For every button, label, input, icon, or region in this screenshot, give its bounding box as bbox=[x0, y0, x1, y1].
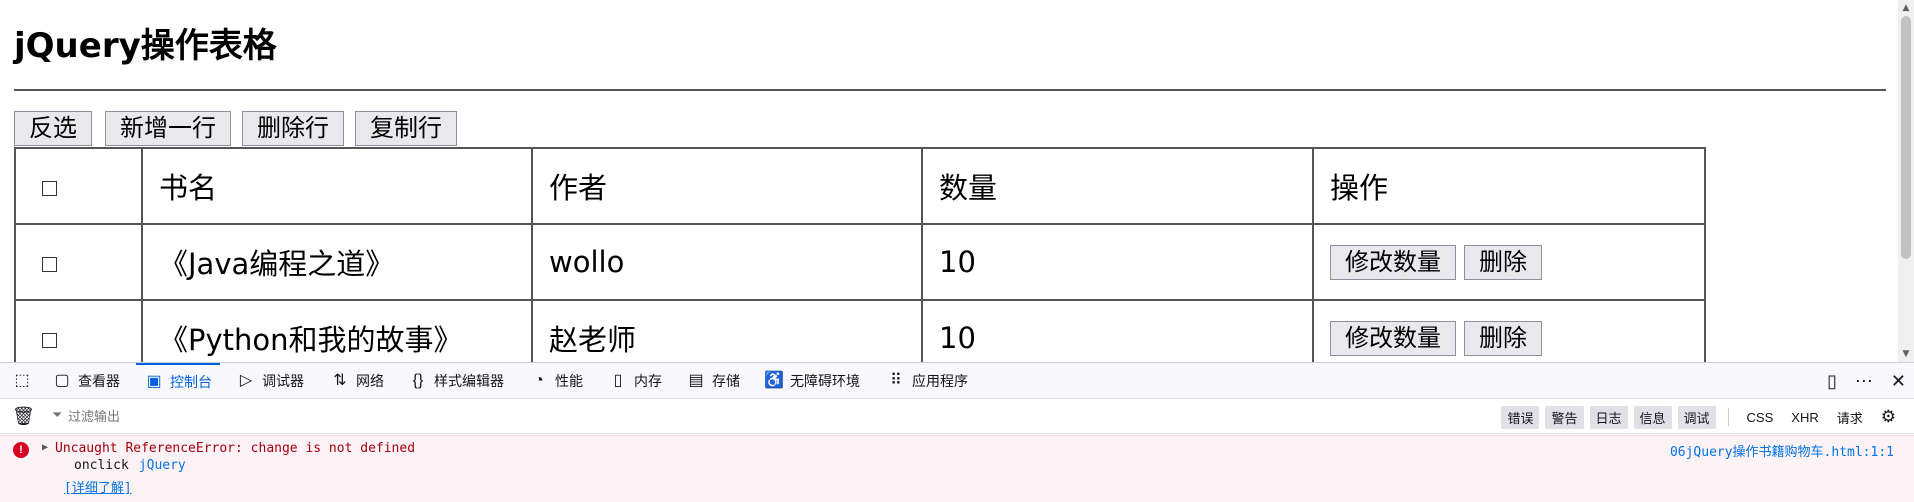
invert-selection-button[interactable]: 反选 bbox=[14, 111, 92, 146]
tab-console[interactable]: ▣ 控制台 bbox=[136, 363, 220, 399]
filter-errors[interactable]: 错误 bbox=[1501, 405, 1540, 429]
delete-button[interactable]: 删除 bbox=[1464, 245, 1542, 281]
filter-logs[interactable]: 日志 bbox=[1589, 405, 1628, 429]
add-row-button[interactable]: 新增一行 bbox=[105, 111, 231, 146]
table-row: 《Java编程之道》 wollo 10 修改数量 删除 bbox=[14, 223, 1706, 301]
tab-inspector[interactable]: ▢ 查看器 bbox=[44, 363, 128, 399]
filter-css[interactable]: CSS bbox=[1741, 408, 1780, 427]
tab-application[interactable]: ⠿ 应用程序 bbox=[878, 363, 976, 399]
tab-debugger[interactable]: ▷ 调试器 bbox=[228, 363, 312, 399]
row-checkbox-cell bbox=[14, 299, 143, 362]
more-options-icon[interactable]: ⋯ bbox=[1855, 371, 1873, 392]
row-ops-cell: 修改数量 删除 bbox=[1312, 299, 1706, 362]
row-checkbox-cell bbox=[14, 223, 143, 301]
close-icon[interactable]: ✕ bbox=[1891, 371, 1906, 392]
book-author: 赵老师 bbox=[531, 299, 923, 362]
divider bbox=[1727, 408, 1729, 426]
book-name: 《Java编程之道》 bbox=[141, 223, 533, 301]
clear-console-trash-icon[interactable]: 🗑 bbox=[12, 406, 35, 427]
storage-icon: ▤ bbox=[688, 372, 704, 389]
application-icon: ⠿ bbox=[890, 372, 902, 389]
tab-network-label: 网络 bbox=[356, 373, 384, 389]
dock-side-icon[interactable]: ▯ bbox=[1827, 371, 1837, 392]
tab-console-label: 控制台 bbox=[170, 374, 212, 390]
console-filter-bar: 🗑 ⏷ 错误 警告 日志 信息 调试 CSS XHR 请求 ⚙ bbox=[0, 399, 1914, 434]
tab-memory[interactable]: ▯ 内存 bbox=[600, 363, 670, 399]
tab-style-editor[interactable]: {} 样式编辑器 bbox=[400, 363, 512, 399]
network-icon: ⇅ bbox=[333, 372, 347, 389]
devtools-panel: ⬚ ▢ 查看器 ▣ 控制台 ▷ 调试器 ⇅ 网络 {} 样式编辑器 ◔ 性能 ▯ 内存 ▤ 存储… bbox=[0, 362, 1914, 502]
table-row: 《Python和我的故事》 赵老师 10 修改数量 删除 bbox=[14, 299, 1706, 362]
expand-arrow-icon[interactable]: ▶ bbox=[42, 442, 48, 453]
stack-trace: onclick jQuery bbox=[74, 458, 186, 473]
scroll-down-arrow-icon[interactable]: ▼ bbox=[1898, 346, 1914, 362]
filter-warnings[interactable]: 警告 bbox=[1545, 405, 1584, 429]
error-source-link[interactable]: 06jQuery操作书籍购物车.html:1:1 bbox=[1670, 441, 1894, 460]
style-editor-icon: {} bbox=[412, 372, 424, 389]
memory-icon: ▯ bbox=[613, 372, 623, 389]
page-scrollbar[interactable]: ▲ ▼ bbox=[1898, 0, 1914, 362]
book-qty: 10 bbox=[921, 223, 1314, 301]
tab-memory-label: 内存 bbox=[634, 373, 662, 389]
book-author: wollo bbox=[531, 223, 923, 301]
filter-xhr[interactable]: XHR bbox=[1785, 408, 1824, 427]
horizontal-rule bbox=[14, 89, 1886, 91]
row-checkbox[interactable] bbox=[42, 256, 57, 272]
error-icon: ! bbox=[13, 442, 29, 458]
tab-style-editor-label: 样式编辑器 bbox=[434, 373, 504, 389]
web-page: jQuery操作表格 反选 新增一行 删除行 复制行 书名 作者 数量 操作 《… bbox=[0, 0, 1914, 362]
debugger-icon: ▷ bbox=[239, 372, 253, 389]
inspector-icon: ▢ bbox=[54, 372, 70, 389]
log-level-filters: 错误 警告 日志 信息 调试 CSS XHR 请求 ⚙ bbox=[1501, 405, 1902, 429]
filter-debug[interactable]: 调试 bbox=[1677, 405, 1716, 429]
tab-performance-label: 性能 bbox=[555, 373, 583, 389]
select-all-checkbox[interactable] bbox=[42, 180, 57, 196]
tab-performance[interactable]: ◔ 性能 bbox=[521, 363, 591, 399]
page-title: jQuery操作表格 bbox=[14, 26, 277, 66]
tab-storage-label: 存储 bbox=[712, 373, 740, 389]
header-name: 书名 bbox=[141, 147, 533, 225]
header-qty: 数量 bbox=[921, 147, 1314, 225]
tab-debugger-label: 调试器 bbox=[262, 373, 304, 389]
tab-accessibility-label: 无障碍环境 bbox=[790, 373, 860, 389]
table-header-row: 书名 作者 数量 操作 bbox=[14, 147, 1706, 225]
console-icon: ▣ bbox=[146, 373, 162, 390]
tab-inspector-label: 查看器 bbox=[78, 373, 120, 389]
trace-event: onclick bbox=[74, 458, 129, 473]
row-checkbox[interactable] bbox=[42, 332, 57, 348]
tab-accessibility[interactable]: ♿ 无障碍环境 bbox=[756, 363, 868, 399]
learn-more-link[interactable]: [详细了解] bbox=[64, 477, 132, 496]
header-ops: 操作 bbox=[1312, 147, 1706, 225]
element-picker-button[interactable]: ⬚ bbox=[4, 363, 40, 399]
tab-storage[interactable]: ▤ 存储 bbox=[678, 363, 748, 399]
delete-button[interactable]: 删除 bbox=[1464, 321, 1542, 357]
performance-icon: ◔ bbox=[534, 372, 544, 389]
element-picker-icon: ⬚ bbox=[14, 372, 30, 389]
filter-requests[interactable]: 请求 bbox=[1831, 406, 1869, 429]
book-table: 书名 作者 数量 操作 《Java编程之道》 wollo 10 修改数量 删除 《… bbox=[14, 147, 1706, 362]
scroll-up-arrow-icon[interactable]: ▲ bbox=[1898, 0, 1914, 16]
row-ops-cell: 修改数量 删除 bbox=[1312, 223, 1706, 301]
error-text: Uncaught ReferenceError: change is not d… bbox=[55, 441, 416, 456]
header-author: 作者 bbox=[531, 147, 923, 225]
tab-network[interactable]: ⇅ 网络 bbox=[322, 363, 392, 399]
edit-qty-button[interactable]: 修改数量 bbox=[1330, 321, 1456, 357]
book-name: 《Python和我的故事》 bbox=[141, 299, 533, 362]
filter-output-input[interactable] bbox=[46, 404, 646, 428]
devtools-toolbar: ⬚ ▢ 查看器 ▣ 控制台 ▷ 调试器 ⇅ 网络 {} 样式编辑器 ◔ 性能 ▯ 内存 ▤ 存储… bbox=[0, 363, 1914, 399]
scrollbar-thumb[interactable] bbox=[1901, 16, 1911, 259]
delete-row-button[interactable]: 删除行 bbox=[242, 111, 344, 146]
trace-lib-link[interactable]: jQuery bbox=[139, 458, 186, 473]
console-settings-gear-icon[interactable]: ⚙ bbox=[1875, 405, 1902, 429]
copy-row-button[interactable]: 复制行 bbox=[355, 111, 457, 146]
tab-application-label: 应用程序 bbox=[912, 373, 968, 389]
edit-qty-button[interactable]: 修改数量 bbox=[1330, 245, 1456, 281]
devtools-window-controls: ▯ ⋯ ✕ bbox=[1827, 363, 1906, 399]
book-qty: 10 bbox=[921, 299, 1314, 362]
console-error-message: ! ▶ Uncaught ReferenceError: change is n… bbox=[0, 435, 1914, 502]
accessibility-icon: ♿ bbox=[764, 372, 784, 389]
filter-info[interactable]: 信息 bbox=[1633, 405, 1672, 429]
header-checkbox-cell bbox=[14, 147, 143, 225]
